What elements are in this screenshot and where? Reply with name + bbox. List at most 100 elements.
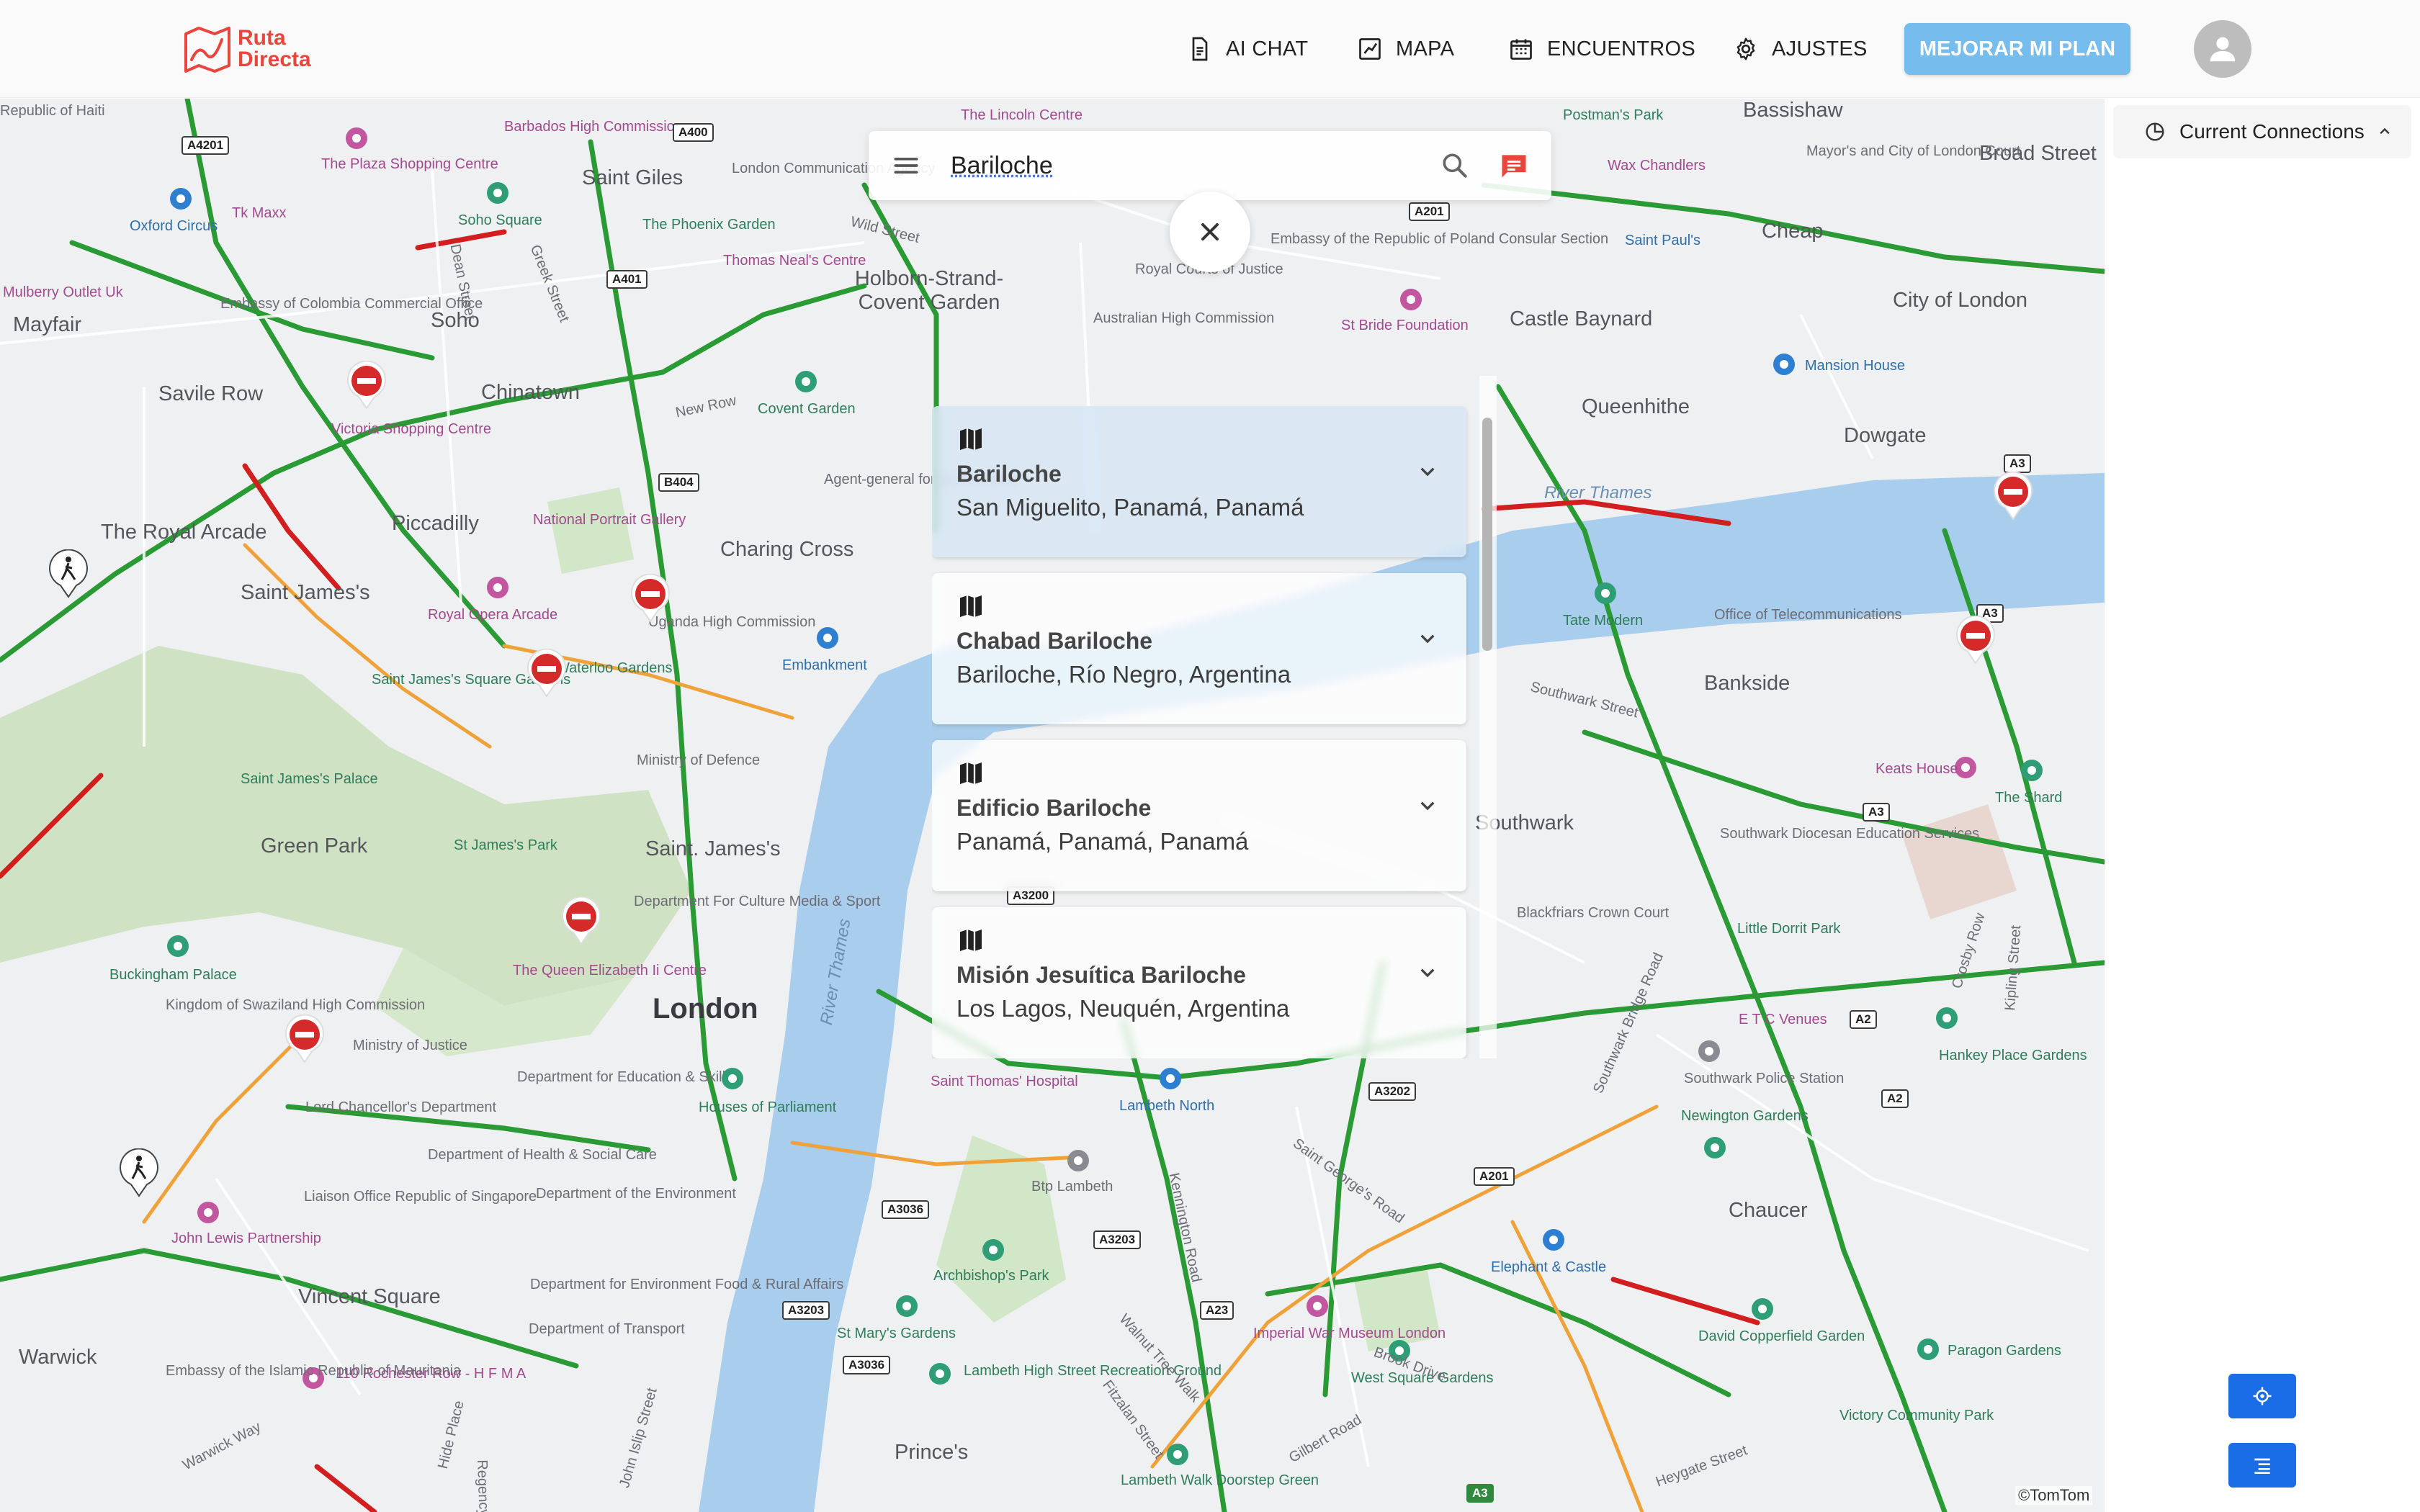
area-label: Saint Giles [582, 166, 684, 189]
nav-encuentros[interactable]: ENCUENTROS [1508, 29, 1695, 69]
poi-marker[interactable] [1167, 1444, 1188, 1465]
search-result-card[interactable]: Edificio Bariloche Panamá, Panamá, Panam… [932, 740, 1466, 891]
area-label: Castle Baynard [1510, 307, 1653, 330]
poi-label: Ministry of Justice [353, 1038, 467, 1053]
search-result-card[interactable]: Misión Jesuítica Bariloche Los Lagos, Ne… [932, 907, 1466, 1058]
poi-marker[interactable] [1773, 354, 1795, 375]
search-result-card[interactable]: Bariloche San Miguelito, Panamá, Panamá [932, 406, 1466, 557]
no-entry-icon[interactable] [284, 1014, 326, 1063]
road-shield: A2 [1881, 1089, 1909, 1108]
no-entry-icon[interactable] [526, 649, 568, 698]
poi-label: Elephant & Castle [1491, 1259, 1607, 1275]
poi-label: Wax Chandlers [1608, 158, 1706, 174]
street-label: Charing Cross [720, 538, 854, 561]
result-title: Bariloche [956, 461, 1062, 487]
poi-label: Archbishop's Park [933, 1268, 1049, 1284]
no-entry-icon[interactable] [629, 574, 671, 623]
poi-marker[interactable] [1543, 1229, 1564, 1251]
poi-marker[interactable] [170, 188, 192, 210]
poi-marker[interactable] [346, 127, 367, 149]
poi-marker[interactable] [487, 182, 508, 204]
area-label: Bankside [1704, 672, 1791, 695]
poi-label: Department for Education & Skills [517, 1069, 733, 1085]
chevron-down-icon[interactable] [1413, 624, 1442, 652]
poi-marker[interactable] [896, 1295, 918, 1317]
poi-label: Lambeth Walk Doorstep Green [1121, 1472, 1319, 1488]
poi-marker[interactable] [1400, 289, 1422, 310]
search-input[interactable]: Bariloche [951, 152, 1439, 180]
upgrade-plan-button[interactable]: MEJORAR MI PLAN [1904, 23, 2130, 75]
chevron-down-icon[interactable] [1413, 791, 1442, 819]
poi-label: Kingdom of Swaziland High Commission [166, 997, 426, 1013]
nav-ajustes[interactable]: AJUSTES [1733, 29, 1868, 69]
poi-marker[interactable] [1160, 1068, 1181, 1089]
chevron-down-icon[interactable] [1413, 456, 1442, 485]
poi-marker[interactable] [1917, 1338, 1939, 1360]
map-icon [960, 930, 982, 951]
search-result-card[interactable]: Chabad Bariloche Bariloche, Río Negro, A… [932, 573, 1466, 724]
area-label: Mayfair [13, 313, 82, 336]
area-label: City of London [1893, 289, 2028, 312]
pedestrian-icon[interactable] [118, 1148, 160, 1197]
nav-ai-chat[interactable]: AI CHAT [1187, 29, 1308, 69]
poi-marker[interactable] [167, 935, 189, 957]
no-entry-icon[interactable] [1955, 616, 1996, 665]
poi-marker[interactable] [1704, 1137, 1726, 1158]
nav-mapa[interactable]: MAPA [1357, 29, 1454, 69]
no-entry-icon[interactable] [346, 361, 387, 410]
poi-marker[interactable] [1936, 1007, 1958, 1029]
result-subtitle: Panamá, Panamá, Panamá [956, 828, 1249, 855]
poi-label: Mulberry Outlet Uk [3, 284, 123, 300]
hamburger-menu-icon[interactable] [890, 150, 922, 181]
no-entry-icon[interactable] [1992, 472, 2034, 521]
poi-label: David Copperfield Garden [1698, 1328, 1865, 1344]
poi-marker[interactable] [487, 577, 508, 598]
chevron-down-icon[interactable] [1413, 958, 1442, 986]
no-entry-icon[interactable] [560, 896, 602, 945]
list-view-button[interactable] [2228, 1443, 2296, 1488]
poi-label: Mansion House [1805, 358, 1905, 374]
poi-marker[interactable] [1067, 1150, 1089, 1171]
poi-marker[interactable] [795, 371, 817, 392]
road-shield: A201 [1409, 202, 1450, 221]
poi-marker[interactable] [722, 1068, 743, 1089]
poi-label: Liaison Office Republic of Singapore [304, 1189, 537, 1205]
poi-marker[interactable] [1698, 1040, 1720, 1062]
poi-marker[interactable] [197, 1202, 219, 1223]
poi-label: Department of the Environment [536, 1186, 736, 1202]
locate-me-button[interactable] [2228, 1374, 2296, 1418]
result-subtitle: San Miguelito, Panamá, Panamá [956, 494, 1304, 521]
chat-icon[interactable] [1498, 150, 1530, 181]
poi-marker[interactable] [929, 1363, 951, 1385]
poi-label: National Portrait Gallery [533, 512, 686, 528]
pedestrian-icon[interactable] [48, 549, 89, 598]
poi-label: Department of Transport [529, 1321, 685, 1337]
poi-label: John Lewis Partnership [171, 1230, 321, 1246]
area-label: Vincent Square [298, 1285, 441, 1308]
poi-label: Department For Culture Media & Sport [634, 894, 881, 909]
poi-label: Embassy of the Islamic Republic of Mauri… [166, 1363, 462, 1379]
poi-marker[interactable] [982, 1239, 1004, 1261]
road-shield: A3202 [1368, 1082, 1417, 1101]
area-label: The Royal Arcade [101, 521, 267, 544]
user-avatar[interactable] [2194, 20, 2251, 78]
poi-marker[interactable] [1595, 582, 1616, 604]
poi-marker[interactable] [2021, 760, 2043, 781]
map-copyright: ©TomTom [2015, 1486, 2093, 1505]
river-label: River Thames [1544, 483, 1652, 503]
poi-label: Oxford Circus [130, 218, 218, 234]
close-results-button[interactable] [1170, 192, 1250, 272]
poi-label: Ministry of Defence [637, 752, 761, 768]
poi-marker[interactable] [817, 627, 838, 649]
poi-marker[interactable] [1752, 1298, 1773, 1320]
poi-label: The Queen Elizabeth Ii Centre [513, 963, 707, 978]
poi-marker[interactable] [1307, 1295, 1328, 1317]
poi-label: Soho Square [458, 212, 542, 228]
current-connections-toggle[interactable]: Current Connections [2113, 105, 2411, 158]
search-icon[interactable] [1439, 150, 1471, 181]
app-logo[interactable]: Ruta Directa [183, 24, 334, 73]
area-label: Queenhithe [1582, 395, 1690, 418]
result-title: Chabad Bariloche [956, 628, 1153, 654]
poi-label: Embankment [782, 657, 867, 673]
app-root: Ruta Directa AI CHAT MAPA ENCUENTROS AJU… [0, 0, 2420, 1512]
